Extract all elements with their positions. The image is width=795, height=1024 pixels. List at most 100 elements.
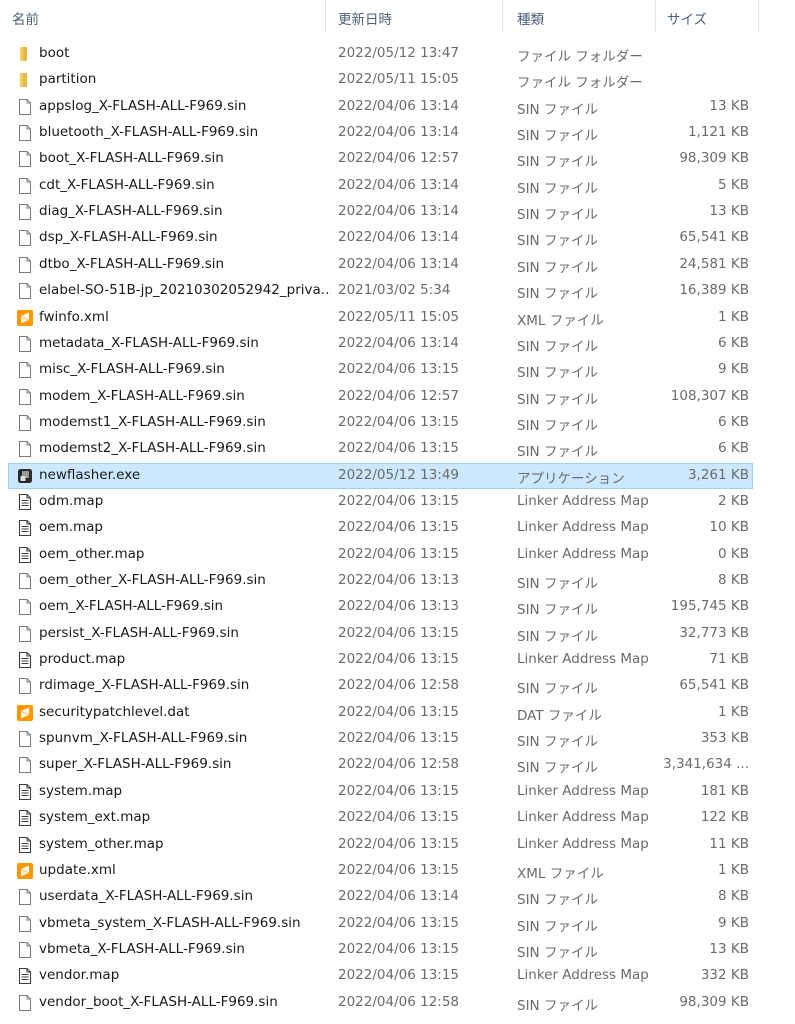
file-date: 2022/04/06 13:15 bbox=[338, 545, 460, 562]
file-size: 3,341,634 ... bbox=[663, 756, 749, 773]
file-type: SIN ファイル bbox=[517, 892, 598, 909]
file-row[interactable]: newflasher.exe 2022/05/12 13:49 アプリケーション 3,… bbox=[8, 462, 753, 489]
file-date: 2022/04/06 12:57 bbox=[338, 387, 460, 404]
file-date: 2022/04/06 13:15 bbox=[338, 940, 460, 957]
file-row[interactable]: securitypatchlevel.dat 2022/04/06 13:15 DA… bbox=[8, 700, 753, 726]
file-icon bbox=[16, 888, 34, 906]
file-row[interactable]: super_X-FLASH-ALL-F969.sin 2022/04/06 12:… bbox=[8, 752, 753, 778]
file-type: Linker Address Map bbox=[517, 492, 649, 509]
file-row[interactable]: update.xml 2022/04/06 13:15 XML ファイル 1 KB bbox=[8, 858, 753, 884]
file-row[interactable]: system.map 2022/04/06 13:15 Linker Address… bbox=[8, 779, 753, 805]
file-date: 2022/04/06 13:13 bbox=[338, 572, 460, 588]
file-size: 32,773 KB bbox=[679, 624, 749, 641]
text-file-icon bbox=[16, 783, 34, 801]
file-row[interactable]: elabel-SO-51B-jp_20210302052942_priva...… bbox=[8, 278, 753, 304]
file-row[interactable]: metadata_X-FLASH-ALL-F969.sin 2022/04/06 … bbox=[8, 331, 753, 357]
file-name: fwinfo.xml bbox=[39, 308, 109, 325]
file-row[interactable]: system_ext.map 2022/04/06 13:15 Linker Add… bbox=[8, 805, 753, 831]
file-date: 2022/04/06 12:57 bbox=[338, 150, 460, 167]
file-type: Linker Address Map bbox=[517, 519, 649, 536]
file-row[interactable]: dtbo_X-FLASH-ALL-F969.sin 2022/04/06 13:1… bbox=[8, 252, 753, 278]
file-date: 2022/04/06 13:15 bbox=[338, 730, 460, 747]
file-name: boot_X-FLASH-ALL-F969.sin bbox=[39, 150, 224, 167]
file-row[interactable]: diag_X-FLASH-ALL-F969.sin 2022/04/06 13:1… bbox=[8, 199, 753, 225]
file-name: persist_X-FLASH-ALL-F969.sin bbox=[39, 624, 239, 641]
file-icon bbox=[16, 361, 34, 379]
file-row[interactable]: misc_X-FLASH-ALL-F969.sin 2022/04/06 13:1… bbox=[8, 357, 753, 383]
file-size: 9 KB bbox=[718, 914, 749, 931]
file-name: system_other.map bbox=[39, 835, 164, 852]
text-file-icon bbox=[16, 519, 34, 537]
file-size: 13 KB bbox=[709, 203, 749, 220]
file-row[interactable]: rdimage_X-FLASH-ALL-F969.sin 2022/04/06 1… bbox=[8, 673, 753, 699]
file-date: 2022/04/06 13:15 bbox=[338, 624, 460, 641]
file-row[interactable]: vbmeta_system_X-FLASH-ALL-F969.sin 2022/0… bbox=[8, 911, 753, 937]
file-row[interactable]: system_other.map 2022/04/06 13:15 Linker A… bbox=[8, 832, 753, 858]
column-divider[interactable] bbox=[502, 0, 503, 33]
file-size: 65,541 KB bbox=[679, 677, 749, 694]
file-icon bbox=[16, 229, 34, 247]
file-size: 122 KB bbox=[700, 809, 749, 826]
file-row[interactable]: modemst2_X-FLASH-ALL-F969.sin 2022/04/06 … bbox=[8, 436, 753, 462]
file-type: SIN ファイル bbox=[517, 997, 598, 1014]
file-row[interactable]: oem_other_X-FLASH-ALL-F969.sin 2022/04/06… bbox=[8, 568, 753, 594]
file-row[interactable]: vbmeta_X-FLASH-ALL-F969.sin 2022/04/06 13… bbox=[8, 937, 753, 963]
file-date: 2022/04/06 13:14 bbox=[338, 203, 460, 220]
file-type: Linker Address Map bbox=[517, 651, 649, 668]
file-row[interactable]: vendor.map 2022/04/06 13:15 Linker Address… bbox=[8, 963, 753, 989]
text-file-icon bbox=[16, 836, 34, 854]
file-row[interactable]: vendor_boot_X-FLASH-ALL-F969.sin 2022/04/… bbox=[8, 990, 753, 1016]
column-divider[interactable] bbox=[758, 0, 759, 33]
file-row[interactable]: persist_X-FLASH-ALL-F969.sin 2022/04/06 1… bbox=[8, 621, 753, 647]
file-name: dsp_X-FLASH-ALL-F969.sin bbox=[39, 229, 218, 246]
file-date: 2022/04/06 13:15 bbox=[338, 492, 460, 509]
file-size: 181 KB bbox=[700, 782, 749, 799]
file-type: Linker Address Map bbox=[517, 967, 649, 984]
file-row[interactable]: appslog_X-FLASH-ALL-F969.sin 2022/04/06 1… bbox=[8, 94, 753, 120]
file-row[interactable]: boot 2022/05/12 13:47 ファイル フォルダー bbox=[8, 41, 753, 67]
file-name: product.map bbox=[39, 651, 126, 668]
file-row[interactable]: oem_X-FLASH-ALL-F969.sin 2022/04/06 13:13… bbox=[8, 594, 753, 620]
file-row[interactable]: bluetooth_X-FLASH-ALL-F969.sin 2022/04/06… bbox=[8, 120, 753, 146]
file-row[interactable]: boot_X-FLASH-ALL-F969.sin 2022/04/06 12:5… bbox=[8, 146, 753, 172]
file-row[interactable]: product.map 2022/04/06 13:15 Linker Addres… bbox=[8, 647, 753, 673]
file-size: 71 KB bbox=[709, 651, 749, 668]
file-date: 2022/04/06 12:58 bbox=[338, 677, 460, 694]
file-size: 8 KB bbox=[718, 888, 749, 905]
file-icon bbox=[16, 598, 34, 616]
file-name: vendor.map bbox=[39, 967, 120, 984]
file-size: 108,307 KB bbox=[670, 387, 749, 404]
file-type: SIN ファイル bbox=[517, 128, 598, 145]
file-row[interactable]: cdt_X-FLASH-ALL-F969.sin 2022/04/06 13:14… bbox=[8, 173, 753, 199]
column-divider[interactable] bbox=[655, 0, 656, 33]
column-header-date[interactable]: 更新日時 bbox=[338, 8, 392, 28]
file-icon bbox=[16, 756, 34, 774]
file-row[interactable]: userdata_X-FLASH-ALL-F969.sin 2022/04/06 … bbox=[8, 884, 753, 910]
file-name: dtbo_X-FLASH-ALL-F969.sin bbox=[39, 255, 225, 272]
file-size: 11 KB bbox=[709, 835, 749, 852]
file-row[interactable]: modemst1_X-FLASH-ALL-F969.sin 2022/04/06 … bbox=[8, 410, 753, 436]
file-type: SIN ファイル bbox=[517, 338, 598, 355]
file-size: 1 KB bbox=[718, 308, 749, 325]
file-icon bbox=[16, 388, 34, 406]
file-name: misc_X-FLASH-ALL-F969.sin bbox=[39, 361, 225, 378]
column-header-size[interactable]: サイズ bbox=[667, 8, 707, 28]
file-name: partition bbox=[39, 71, 97, 88]
file-size: 8 KB bbox=[718, 572, 749, 588]
file-row[interactable]: fwinfo.xml 2022/05/11 15:05 XML ファイル 1 KB bbox=[8, 305, 753, 331]
file-name: bluetooth_X-FLASH-ALL-F969.sin bbox=[39, 124, 259, 141]
file-row[interactable]: odm.map 2022/04/06 13:15 Linker Address Ma… bbox=[8, 489, 753, 515]
file-name: cdt_X-FLASH-ALL-F969.sin bbox=[39, 176, 215, 193]
file-size: 353 KB bbox=[700, 730, 749, 747]
file-row[interactable]: partition 2022/05/11 15:05 ファイル フォルダー bbox=[8, 67, 753, 93]
file-row[interactable]: spunvm_X-FLASH-ALL-F969.sin 2022/04/06 13… bbox=[8, 726, 753, 752]
file-name: diag_X-FLASH-ALL-F969.sin bbox=[39, 203, 223, 220]
file-row[interactable]: oem.map 2022/04/06 13:15 Linker Address Ma… bbox=[8, 515, 753, 541]
file-row[interactable]: oem_other.map 2022/04/06 13:15 Linker Addr… bbox=[8, 542, 753, 568]
column-header-name[interactable]: 名前 bbox=[12, 8, 39, 28]
file-row[interactable]: dsp_X-FLASH-ALL-F969.sin 2022/04/06 13:14… bbox=[8, 225, 753, 251]
column-header-type[interactable]: 種類 bbox=[517, 8, 544, 28]
column-divider[interactable] bbox=[325, 0, 326, 33]
file-name: system_ext.map bbox=[39, 809, 151, 826]
file-row[interactable]: modem_X-FLASH-ALL-F969.sin 2022/04/06 12:… bbox=[8, 384, 753, 410]
